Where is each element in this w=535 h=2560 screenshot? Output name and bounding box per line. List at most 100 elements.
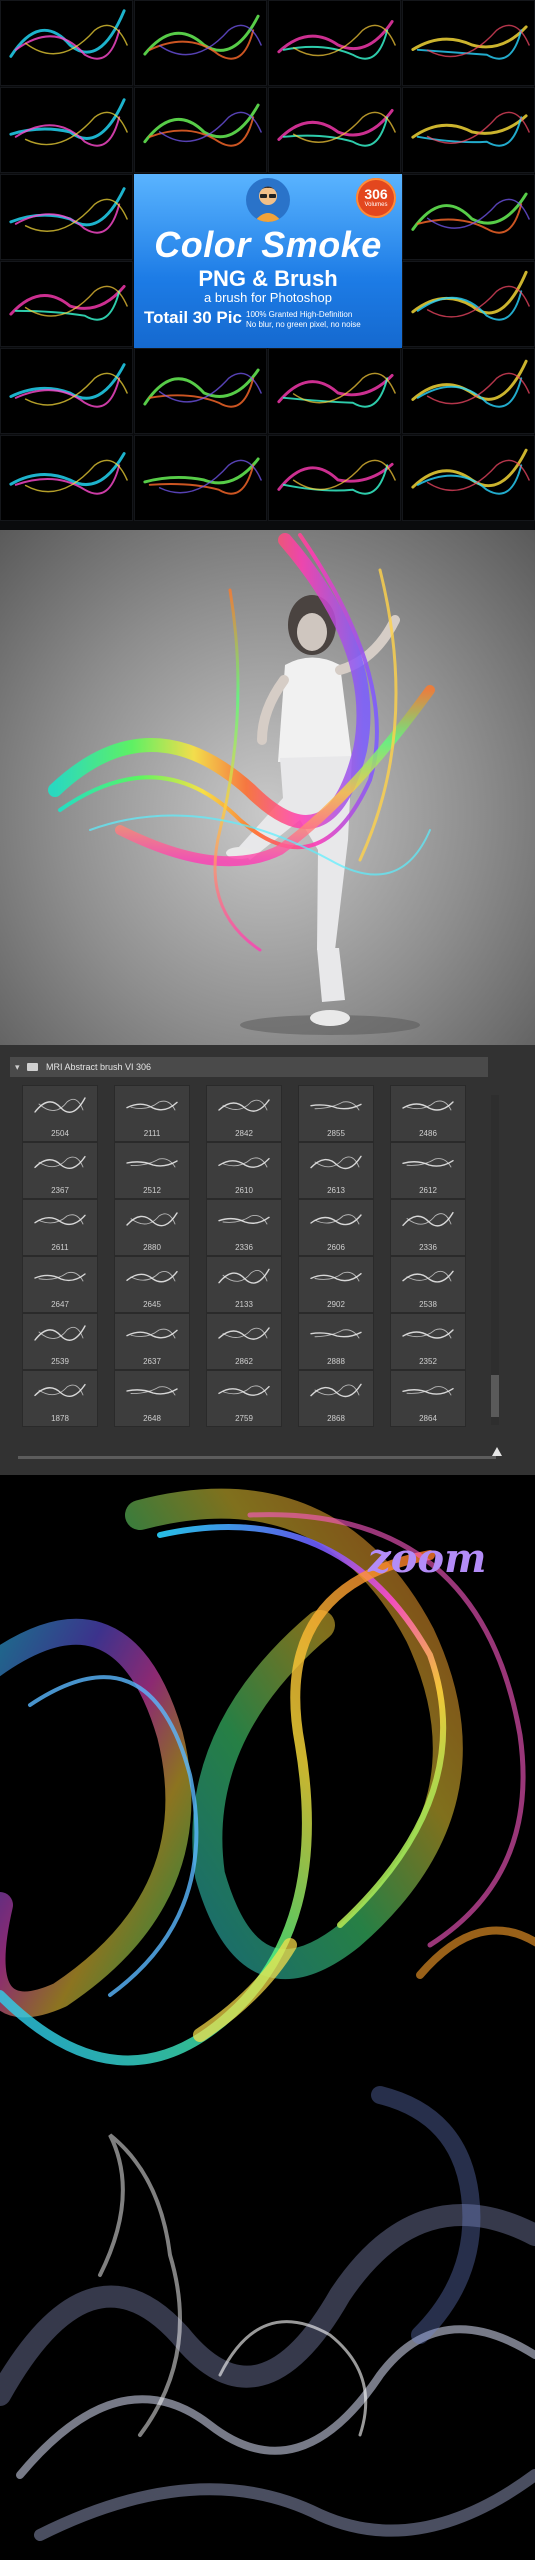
brush-panel: ▾ MRI Abstract brush VI 306 2504 2111 2842… (0, 1045, 535, 1475)
brush-group-name: MRI Abstract brush VI 306 (46, 1062, 152, 1072)
chevron-down-icon[interactable]: ▾ (15, 1057, 20, 1077)
brush-size-label: 2864 (419, 1414, 437, 1423)
brush-size-label: 2504 (51, 1129, 69, 1138)
brush-size-label: 2613 (327, 1186, 345, 1195)
brush-preset[interactable]: 2902 (298, 1256, 374, 1313)
thumbnail-grid: 306 Volumes Color Smoke PNG & Brush a br… (0, 0, 535, 530)
size-slider[interactable] (18, 1456, 496, 1459)
brush-size-label: 2538 (419, 1300, 437, 1309)
brush-group-header[interactable]: ▾ MRI Abstract brush VI 306 (10, 1057, 488, 1077)
brush-size-label: 2902 (327, 1300, 345, 1309)
brush-preset[interactable]: 2645 (114, 1256, 190, 1313)
smoke-thumbnail (134, 435, 267, 521)
brush-preset[interactable]: 2352 (390, 1313, 466, 1370)
smoke-thumbnail (0, 87, 133, 173)
brush-size-label: 2645 (143, 1300, 161, 1309)
brush-preset[interactable]: 2512 (114, 1142, 190, 1199)
brush-preset[interactable]: 2862 (206, 1313, 282, 1370)
brush-size-label: 2855 (327, 1129, 345, 1138)
banner-count: Totail 30 Pic (144, 308, 242, 327)
brush-size-label: 2637 (143, 1357, 161, 1366)
brush-preset[interactable]: 2888 (298, 1313, 374, 1370)
brush-preset[interactable]: 2111 (114, 1085, 190, 1142)
brush-size-label: 2486 (419, 1129, 437, 1138)
brush-preset[interactable]: 1878 (22, 1370, 98, 1427)
white-smoke (0, 2086, 535, 2541)
smoke-thumbnail (0, 174, 133, 260)
brush-size-label: 2336 (419, 1243, 437, 1252)
feature-line: No blur, no green pixel, no noise (246, 320, 361, 329)
brush-size-label: 2888 (327, 1357, 345, 1366)
brush-size-label: 2367 (51, 1186, 69, 1195)
smoke-thumbnail (134, 0, 267, 86)
brush-size-label: 2612 (419, 1186, 437, 1195)
smoke-thumbnail (402, 174, 535, 260)
brush-preset[interactable]: 2613 (298, 1142, 374, 1199)
smoke-thumbnail (134, 87, 267, 173)
brush-preset[interactable]: 2538 (390, 1256, 466, 1313)
brush-size-label: 2868 (327, 1414, 345, 1423)
brush-size-label: 2512 (143, 1186, 161, 1195)
promo-banner: 306 Volumes Color Smoke PNG & Brush a br… (134, 174, 402, 348)
brush-preset[interactable]: 2606 (298, 1199, 374, 1256)
brush-size-label: 2880 (143, 1243, 161, 1252)
brush-size-label: 2606 (327, 1243, 345, 1252)
brush-preset[interactable]: 2336 (206, 1199, 282, 1256)
brush-size-label: 2611 (51, 1243, 69, 1252)
brush-size-label: 2336 (235, 1243, 253, 1252)
brush-preset[interactable]: 2367 (22, 1142, 98, 1199)
smoke-thumbnail (134, 348, 267, 434)
smoke-thumbnail (402, 435, 535, 521)
zoom-preview: zoom (0, 1475, 535, 2560)
brush-preset[interactable]: 2648 (114, 1370, 190, 1427)
banner-features: 100% Granted High-Definition No blur, no… (246, 310, 361, 330)
smoke-thumbnail (0, 0, 133, 86)
brush-preset[interactable]: 2864 (390, 1370, 466, 1427)
brush-preset[interactable]: 2504 (22, 1085, 98, 1142)
brush-preset[interactable]: 2486 (390, 1085, 466, 1142)
brush-size-label: 2842 (235, 1129, 253, 1138)
model-silhouette (226, 595, 400, 1026)
banner-subtitle: PNG & Brush (198, 266, 338, 291)
smoke-thumbnail (0, 435, 133, 521)
smoke-thumbnail (268, 435, 401, 521)
smoke-thumbnail (0, 348, 133, 434)
badge-sub: Volumes (364, 202, 388, 208)
smoke-thumbnail (402, 261, 535, 347)
smoke-thumbnail (402, 0, 535, 86)
brush-preset[interactable]: 2647 (22, 1256, 98, 1313)
brush-size-label: 2759 (235, 1414, 253, 1423)
smoke-thumbnail (402, 87, 535, 173)
volume-badge: 306 Volumes (356, 178, 396, 218)
avatar (246, 178, 290, 222)
smoke-thumbnail (268, 348, 401, 434)
brush-preset[interactable]: 2610 (206, 1142, 282, 1199)
brush-preset[interactable]: 2336 (390, 1199, 466, 1256)
feature-line: 100% Granted High-Definition (246, 310, 353, 319)
brush-preset[interactable]: 2133 (206, 1256, 282, 1313)
brush-preset[interactable]: 2637 (114, 1313, 190, 1370)
brush-preset[interactable]: 2759 (206, 1370, 282, 1427)
brush-size-label: 2862 (235, 1357, 253, 1366)
brush-preset[interactable]: 2842 (206, 1085, 282, 1142)
brush-preset[interactable]: 2868 (298, 1370, 374, 1427)
brush-size-label: 2648 (143, 1414, 161, 1423)
zoom-label: zoom (368, 1535, 487, 1582)
brush-size-label: 2352 (419, 1357, 437, 1366)
banner-title: Color Smoke (154, 224, 382, 265)
brush-size-label: 1878 (51, 1414, 69, 1423)
brush-size-label: 2133 (235, 1300, 253, 1309)
scrollbar-thumb[interactable] (491, 1375, 499, 1417)
brush-preset[interactable]: 2855 (298, 1085, 374, 1142)
slider-handle[interactable] (492, 1447, 502, 1456)
folder-icon (27, 1063, 38, 1071)
badge-number: 306 (364, 186, 388, 202)
light-streaks (48, 533, 435, 952)
brush-preset[interactable]: 2539 (22, 1313, 98, 1370)
brush-preset[interactable]: 2612 (390, 1142, 466, 1199)
brush-preset[interactable]: 2611 (22, 1199, 98, 1256)
brush-size-label: 2647 (51, 1300, 69, 1309)
model-photo (0, 530, 535, 1045)
smoke-thumbnail (0, 261, 133, 347)
brush-preset[interactable]: 2880 (114, 1199, 190, 1256)
